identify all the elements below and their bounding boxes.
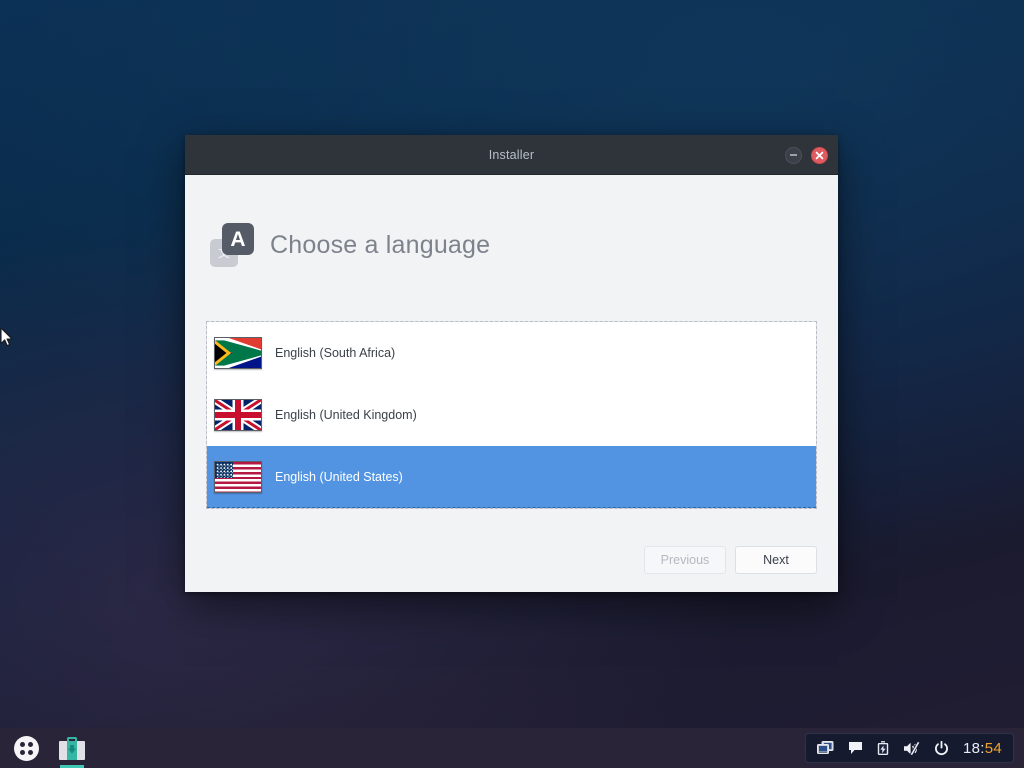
flag-united-kingdom-icon	[214, 399, 262, 431]
taskbar-item-installer[interactable]	[52, 728, 92, 768]
installer-window: Installer 文 A Choose a language	[185, 135, 838, 592]
page-header: 文 A Choose a language	[206, 175, 817, 267]
window-title: Installer	[488, 147, 535, 162]
language-label: English (United Kingdom)	[275, 408, 417, 422]
flag-united-states-icon	[214, 461, 262, 493]
language-row-south-africa[interactable]: English (South Africa)	[207, 322, 816, 384]
language-list-wrapper: English (South Africa) English (United K…	[206, 321, 817, 509]
clock-minutes: 54	[984, 739, 1002, 757]
chat-icon[interactable]	[848, 741, 863, 755]
language-icon-glyph-front: A	[222, 223, 254, 255]
installer-package-icon	[59, 736, 85, 760]
display-icon[interactable]	[816, 740, 834, 756]
window-content: 文 A Choose a language English (South Afr…	[185, 175, 838, 592]
navigation-buttons: Previous Next	[206, 546, 817, 592]
language-row-united-kingdom[interactable]: English (United Kingdom)	[207, 384, 816, 446]
language-label: English (United States)	[275, 470, 403, 484]
window-titlebar[interactable]: Installer	[185, 135, 838, 175]
system-tray: 18:54	[804, 733, 1014, 763]
taskbar-left-area	[6, 728, 92, 768]
close-icon	[815, 151, 824, 159]
page-title: Choose a language	[270, 230, 491, 259]
language-row-united-states[interactable]: English (United States)	[207, 446, 816, 508]
language-list[interactable]: English (South Africa) English (United K…	[206, 321, 817, 509]
clock[interactable]: 18:54	[963, 740, 1002, 757]
app-menu-button[interactable]	[6, 728, 46, 768]
volume-muted-icon[interactable]	[903, 740, 920, 756]
clock-hours: 18	[962, 739, 981, 757]
taskbar: 18:54	[0, 728, 1024, 768]
language-icon: 文 A	[210, 223, 254, 267]
battery-charging-icon[interactable]	[877, 740, 889, 756]
minimize-icon	[790, 154, 797, 156]
close-button[interactable]	[811, 146, 828, 164]
mouse-cursor	[0, 327, 13, 347]
flag-south-africa-icon	[214, 337, 262, 369]
language-icon-front-char: A	[230, 227, 246, 251]
window-controls	[785, 135, 828, 175]
previous-button[interactable]: Previous	[644, 546, 726, 574]
app-grid-icon	[13, 735, 39, 761]
language-label: English (South Africa)	[275, 346, 396, 360]
next-button[interactable]: Next	[735, 546, 817, 574]
minimize-button[interactable]	[785, 146, 802, 164]
power-icon[interactable]	[934, 740, 949, 756]
